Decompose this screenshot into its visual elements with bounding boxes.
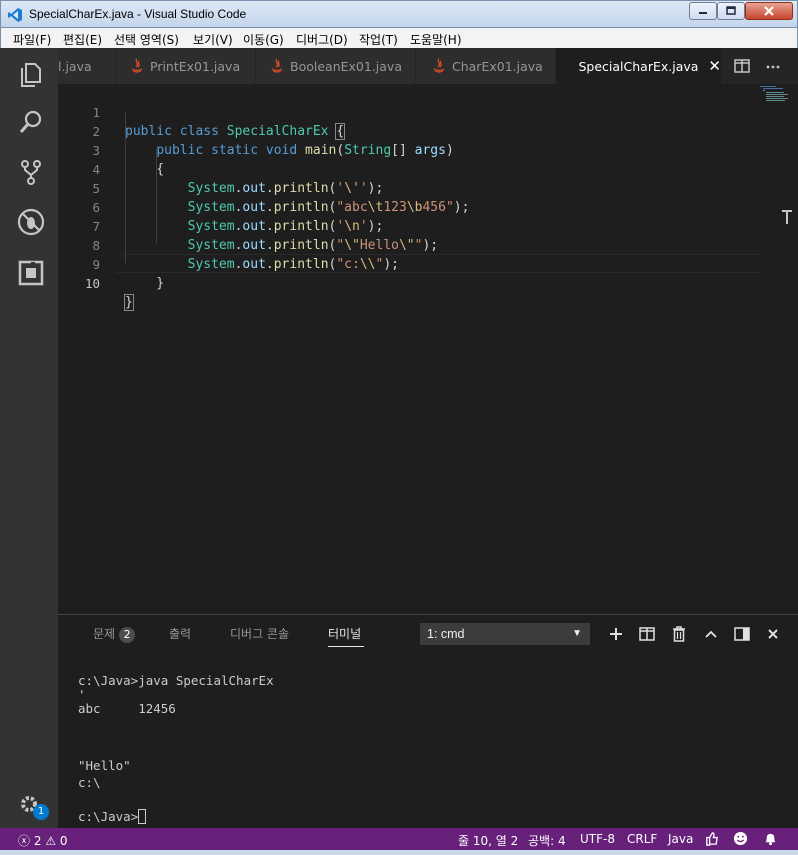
chevron-down-icon: ▼ [572,628,582,639]
vscode-logo-icon [8,8,22,22]
problems-count-badge: 2 [119,627,136,643]
code-line: 4 System.out.println('\''); [58,141,758,196]
menu-file[interactable]: 파일(F) [13,31,51,48]
code-line: 6 System.out.println('\n'); [58,179,758,234]
terminal-select[interactable]: 1: cmd ▼ [420,623,590,645]
chevron-up-icon[interactable] [703,626,719,642]
bell-icon[interactable] [763,831,778,846]
terminal-line: c:\ [78,775,101,790]
code-editor[interactable]: 1 public class SpecialCharEx { 2 public … [58,84,798,614]
settings-badge: 1 [33,804,49,820]
menu-selection[interactable]: 선택 영역(S) [114,31,179,48]
feedback-thumb-icon[interactable] [704,831,719,846]
bottom-panel: 문제 2 출력 디버그 콘솔 터미널 1: cmd ▼ c:\Java>java … [58,614,798,828]
menu-bar: 파일(F) 편집(E) 선택 영역(S) 보기(V) 이동(G) 디버그(D) … [0,28,798,48]
close-window-button[interactable] [745,2,793,20]
tab-close-icon[interactable]: ✕ [708,57,721,75]
code-line: 2 public static void main(String[] args) [58,103,758,158]
toggle-panel-icon[interactable] [734,626,750,642]
java-file-icon [271,58,283,73]
terminal-cursor [138,809,147,824]
code-line: 1 public class SpecialCharEx { [58,84,758,140]
indentation-status[interactable]: 공백: 4 [528,832,566,849]
eol-status[interactable]: CRLF [627,832,657,846]
cursor-position[interactable]: 줄 10, 열 2 [458,832,518,849]
more-actions-icon[interactable] [765,58,781,74]
code-line: 8 System.out.println("c:\\"); [58,217,758,272]
explorer-icon[interactable] [17,60,45,88]
tab-debug-console[interactable]: 디버그 콘솔 [230,625,289,642]
warning-icon: ⚠ [45,834,57,848]
debug-icon[interactable] [17,208,45,236]
terminal-prompt-line: c:\Java> [78,809,147,826]
extensions-icon[interactable] [17,259,45,287]
activity-bar: 1 [0,48,58,828]
status-bar: ⓧ 2 ⚠ 0 줄 10, 열 2 공백: 4 UTF-8 CRLF Java [0,828,798,850]
code-line: 7 System.out.println("\"Hello\""); [58,198,758,253]
encoding-status[interactable]: UTF-8 [580,832,615,846]
java-file-icon [131,58,143,73]
smiley-icon[interactable] [733,831,748,846]
problems-status[interactable]: ⓧ 2 ⚠ 0 [18,832,68,849]
code-line: 3 { [58,122,758,177]
error-icon: ⓧ [18,834,31,848]
close-panel-icon[interactable] [765,626,781,642]
code-line: 5 System.out.println("abc\t123\b456"); [58,160,758,215]
tab-label: l.java [58,58,92,74]
minimap[interactable] [758,84,798,104]
terminal-line: abc 12456 [78,701,176,716]
code-line: 9 } [58,236,758,291]
maximize-icon [726,6,736,15]
tab-terminal[interactable]: 터미널 [328,625,361,642]
error-count: 2 [33,834,42,848]
trash-icon[interactable] [671,626,687,642]
code-line: 10 } [58,255,758,311]
split-terminal-icon[interactable] [639,626,655,642]
new-terminal-icon[interactable] [608,626,624,642]
scrollbar-marker[interactable] [782,210,792,224]
tab-label: SpecialCharEx.java [578,58,699,74]
menu-help[interactable]: 도움말(H) [410,31,462,48]
window-title: SpecialCharEx.java - Visual Studio Code [29,7,247,21]
source-control-icon[interactable] [17,158,45,186]
close-icon [764,6,774,16]
menu-debug[interactable]: 디버그(D) [296,31,348,48]
tab-problems[interactable]: 문제 2 [93,625,136,643]
language-mode[interactable]: Java [668,832,693,846]
tab-charex01[interactable]: CharEx01.java [416,48,556,84]
tab-label: BooleanEx01.java [290,58,402,74]
maximize-button[interactable] [717,2,745,20]
tab-output[interactable]: 출력 [169,625,191,642]
active-tab-underline [328,646,364,647]
menu-edit[interactable]: 편집(E) [63,31,102,48]
menu-tasks[interactable]: 작업(T) [359,31,398,48]
warning-count: 0 [59,834,68,848]
terminal-line: c:\Java>java SpecialCharEx [78,673,274,688]
tab-booleanex01[interactable]: BooleanEx01.java [256,48,416,84]
line-number: 10 [84,276,100,291]
minimize-icon [699,12,707,14]
terminal-output[interactable]: c:\Java>java SpecialCharEx ' abc 12456 "… [78,673,778,826]
tab-printex01[interactable]: PrintEx01.java [116,48,256,84]
window-bottom-border [0,850,798,855]
tab-label: PrintEx01.java [150,58,241,74]
search-icon[interactable] [17,108,45,136]
terminal-line: "Hello" [78,758,131,773]
window-titlebar: SpecialCharEx.java - Visual Studio Code [0,0,798,28]
tab-label: CharEx01.java [452,58,543,74]
java-file-icon [433,58,445,73]
minimize-button[interactable] [689,2,717,20]
menu-view[interactable]: 보기(V) [193,31,233,48]
tab-l-java[interactable]: l.java [58,48,116,84]
terminal-prompt: c:\Java> [78,809,139,824]
editor-tab-bar: l.java PrintEx01.java BooleanEx01.java C… [58,48,798,84]
tab-specialcharex[interactable]: SpecialCharEx.java ✕ [556,48,722,84]
terminal-select-value: 1: cmd [427,627,465,641]
split-editor-icon[interactable] [734,58,750,74]
menu-go[interactable]: 이동(G) [243,31,284,48]
